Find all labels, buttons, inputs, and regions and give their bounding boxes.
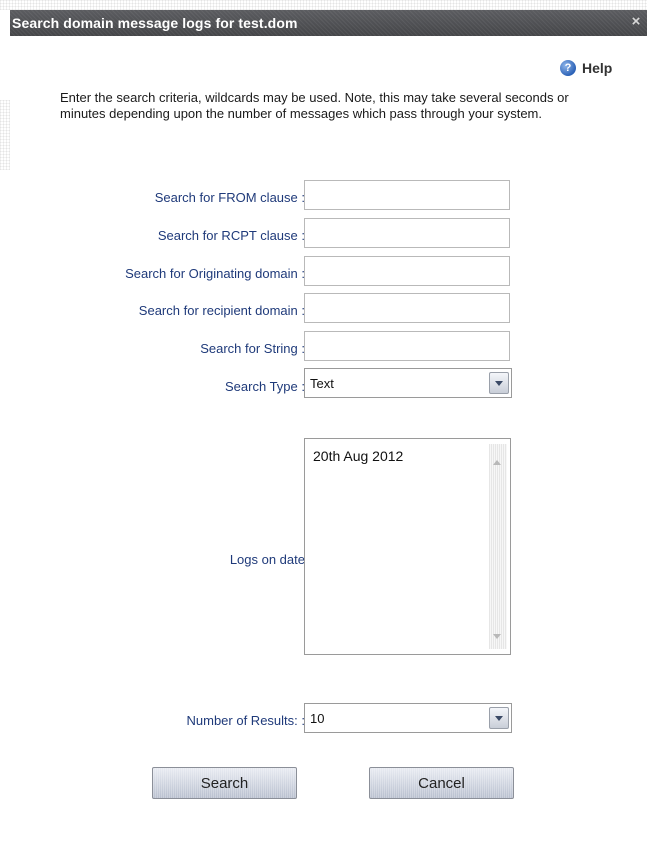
search-logs-dialog: Search domain message logs for test.dom … [10,10,647,859]
search-button[interactable]: Search [152,767,297,799]
list-item[interactable]: 20th Aug 2012 [313,448,403,464]
recipient-domain-input[interactable] [304,293,510,323]
logs-date-listbox[interactable]: 20th Aug 2012 [304,438,511,655]
search-string-input[interactable] [304,331,510,361]
listbox-scrollbar[interactable] [489,444,507,649]
help-icon: ? [560,60,576,76]
help-label: Help [582,60,613,76]
backdrop-strip [0,100,10,170]
from-clause-input[interactable] [304,180,510,210]
search-string-label: Search for String : [200,341,305,356]
originating-domain-label: Search for Originating domain : [125,266,305,281]
number-of-results-label: Number of Results: : [186,713,306,728]
search-type-select[interactable]: Text [304,368,512,398]
intro-text: Enter the search criteria, wildcards may… [60,90,569,121]
cancel-button[interactable]: Cancel [369,767,514,799]
dialog-title: Search domain message logs for test.dom [12,15,298,31]
search-type-label: Search Type : [225,379,305,394]
number-of-results-select[interactable]: 10 [304,703,512,733]
chevron-down-icon[interactable] [489,372,509,394]
backdrop-strip [0,0,647,10]
scroll-up-icon[interactable] [493,460,501,465]
search-type-value: Text [310,376,334,391]
dialog-titlebar[interactable]: Search domain message logs for test.dom … [10,10,647,36]
from-clause-label: Search for FROM clause : [154,190,305,205]
rcpt-clause-input[interactable] [304,218,510,248]
close-icon[interactable]: × [629,14,643,30]
logs-on-date-label: Logs on date [229,552,305,567]
help-link[interactable]: ? Help [560,60,612,76]
scroll-down-icon[interactable] [493,634,501,639]
number-of-results-value: 10 [310,711,325,726]
rcpt-clause-label: Search for RCPT clause : [157,228,305,243]
originating-domain-input[interactable] [304,256,510,286]
recipient-domain-label: Search for recipient domain : [138,303,305,318]
chevron-down-icon[interactable] [489,707,509,729]
